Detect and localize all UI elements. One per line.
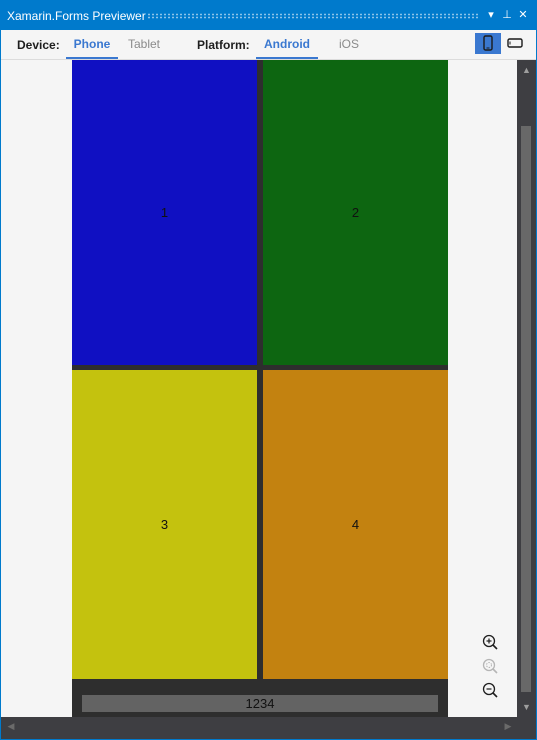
portrait-phone-icon — [483, 35, 493, 51]
zoom-reset-icon — [482, 658, 498, 674]
grid-cell-label: 1 — [160, 205, 169, 220]
landscape-button[interactable] — [503, 33, 529, 54]
preview-canvas[interactable]: 1 2 3 4 1234 — [1, 60, 517, 717]
grid-cell-1: 1 — [72, 60, 257, 365]
scroll-up-arrow-icon[interactable]: ▲ — [517, 62, 536, 78]
vertical-scroll-thumb[interactable] — [521, 126, 531, 692]
grid-cell-label: 2 — [351, 205, 360, 220]
window-title: Xamarin.Forms Previewer — [7, 9, 146, 23]
horizontal-scrollbar[interactable]: ◀ ▶ — [1, 717, 536, 739]
portrait-button[interactable] — [475, 33, 501, 54]
landscape-phone-icon — [507, 38, 523, 48]
zoom-out-icon — [482, 682, 498, 698]
zoom-out-button[interactable] — [479, 679, 501, 701]
scroll-left-arrow-icon[interactable]: ◀ — [3, 717, 19, 735]
zoom-reset-button[interactable] — [479, 655, 501, 677]
grid-cell-4: 4 — [263, 370, 448, 679]
scroll-right-arrow-icon[interactable]: ▶ — [500, 717, 516, 735]
grid-cell-3: 3 — [72, 370, 257, 679]
tab-android[interactable]: Android — [256, 30, 318, 59]
device-screen: 1 2 3 4 1234 — [72, 60, 448, 717]
pin-button[interactable]: ⊥ — [500, 8, 514, 22]
previewer-window: Xamarin.Forms Previewer ▾ ⊥ ✕ Device: Ph… — [0, 0, 537, 740]
device-bottom-bar: 1234 — [82, 695, 438, 712]
device-label: Device: — [17, 38, 60, 52]
window-menu-button[interactable]: ▾ — [484, 8, 498, 22]
vertical-scrollbar[interactable]: ▲ ▼ — [517, 60, 536, 717]
title-bar: Xamarin.Forms Previewer ▾ ⊥ ✕ — [1, 1, 536, 30]
zoom-in-icon — [482, 634, 498, 650]
title-bar-grip[interactable] — [147, 13, 479, 19]
grid-cell-2: 2 — [263, 60, 448, 365]
tab-tablet[interactable]: Tablet — [123, 30, 165, 59]
close-button[interactable]: ✕ — [516, 8, 530, 22]
platform-label: Platform: — [197, 38, 250, 52]
scroll-down-arrow-icon[interactable]: ▼ — [517, 699, 536, 715]
tab-ios[interactable]: iOS — [333, 30, 365, 59]
tab-phone[interactable]: Phone — [66, 30, 118, 59]
zoom-in-button[interactable] — [479, 631, 501, 653]
grid-cell-label: 4 — [351, 517, 360, 532]
grid-cell-label: 3 — [160, 517, 169, 532]
previewer-toolbar: Device: Phone Tablet Platform: Android i… — [1, 30, 536, 60]
